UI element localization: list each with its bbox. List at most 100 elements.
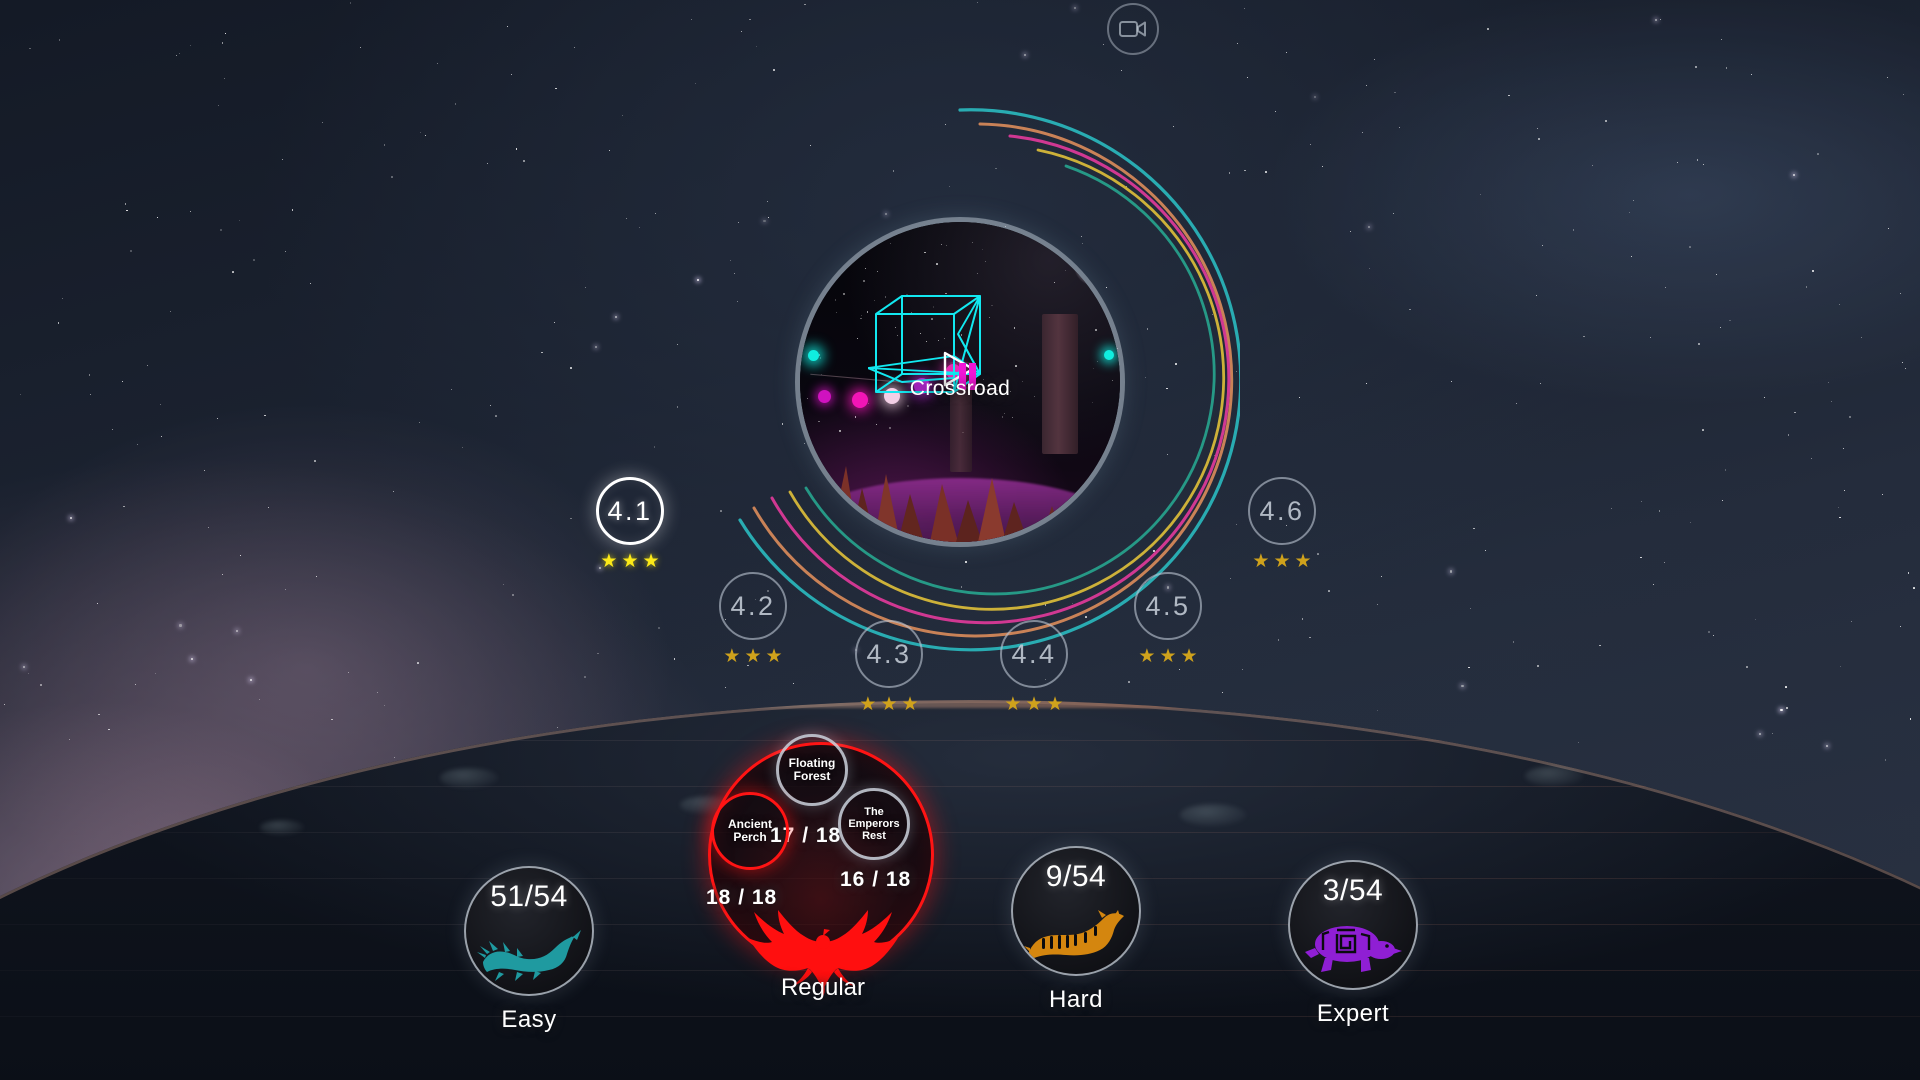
level-circle-label[interactable]: 4.4 [1000, 620, 1068, 688]
world-name-line1: Ancient [727, 816, 772, 831]
preview-star [1097, 360, 1099, 362]
star-icon: ★ [901, 694, 919, 715]
star-icon: ★ [1025, 694, 1043, 715]
ground-contour-line [0, 924, 1920, 925]
difficulty-label: Regular [780, 974, 866, 1001]
preview-star [1112, 379, 1114, 381]
preview-star [977, 272, 979, 274]
level-node-4-1[interactable]: 4.1 ★ ★ ★ [596, 477, 664, 571]
star-icon: ★ [600, 551, 618, 572]
world-name-line1: The [864, 805, 884, 818]
difficulty-count: 3/54 [1322, 874, 1384, 907]
preview-star [1091, 402, 1093, 404]
level-circle-label[interactable]: 4.2 [719, 572, 787, 640]
preview-star [889, 242, 891, 244]
star-icon: ★ [1046, 694, 1064, 715]
preview-star [1016, 227, 1019, 229]
preview-star [861, 315, 862, 316]
level-stars: ★ ★ ★ [596, 552, 664, 571]
star-icon: ★ [1252, 551, 1270, 572]
level-circle-label[interactable]: 4.1 [596, 477, 664, 545]
world-node-the-emperors-rest[interactable]: The Emperors Rest [838, 788, 910, 860]
level-circle-label[interactable]: 4.6 [1248, 477, 1316, 545]
preview-star [987, 222, 989, 224]
world-name-line1: Floating [788, 755, 836, 770]
difficulty-label: Expert [1316, 1000, 1390, 1027]
difficulty-regular[interactable]: Floating Forest 17 / 18 Ancient Perch 18… [706, 734, 938, 1002]
preview-star [829, 265, 831, 267]
ground-crater [440, 768, 498, 788]
ground-crater [260, 820, 304, 835]
preview-star [806, 288, 809, 291]
level-node-4-5[interactable]: 4.5 ★ ★ ★ [1134, 572, 1202, 666]
level-node-4-6[interactable]: 4.6 ★ ★ ★ [1248, 477, 1316, 571]
star-icon: ★ [642, 551, 660, 572]
level-node-4-3[interactable]: 4.3 ★ ★ ★ [855, 620, 923, 714]
star-icon: ★ [765, 646, 783, 667]
preview-star [843, 293, 845, 295]
world-name-line2: Emperors [848, 817, 900, 830]
preview-star [857, 338, 858, 339]
preview-star [834, 298, 837, 301]
preview-star [936, 263, 938, 265]
level-stars: ★ ★ ★ [855, 695, 923, 714]
world-score-the-emperors-rest: 16 / 18 [840, 868, 912, 891]
preview-star [835, 312, 837, 314]
preview-star [985, 261, 987, 263]
level-circle-label[interactable]: 4.3 [855, 620, 923, 688]
difficulty-label: Easy [501, 1006, 557, 1033]
preview-glow-dot [808, 350, 819, 361]
star-icon: ★ [1004, 694, 1022, 715]
difficulty-hard[interactable]: 9/54 Hard [1011, 846, 1141, 1014]
difficulty-circle[interactable]: 51/54 [464, 866, 594, 996]
star-icon: ★ [723, 646, 741, 667]
preview-star [1095, 329, 1098, 331]
preview-star [941, 244, 943, 245]
level-node-4-4[interactable]: 4.4 ★ ★ ★ [1000, 620, 1068, 714]
preview-moon [1074, 252, 1108, 286]
world-name-line3: Rest [862, 830, 886, 843]
star-icon: ★ [1294, 551, 1312, 572]
star-icon: ★ [744, 646, 762, 667]
preview-star [865, 267, 867, 270]
preview-star [819, 357, 821, 359]
preview-foliage [812, 466, 1064, 542]
ground-crater [1180, 804, 1246, 826]
level-stars: ★ ★ ★ [1000, 695, 1068, 714]
preview-star [946, 244, 948, 246]
difficulty-beast [1013, 910, 1139, 962]
world-circle[interactable]: Ancient Perch [711, 792, 789, 870]
preview-star [982, 248, 984, 250]
preview-star [814, 238, 817, 241]
world-node-ancient-perch[interactable]: Ancient Perch [711, 792, 789, 870]
difficulty-count: 9/54 [1045, 860, 1107, 893]
preview-star [834, 270, 835, 272]
level-node-4-2[interactable]: 4.2 ★ ★ ★ [719, 572, 787, 666]
preview-star [1053, 282, 1055, 283]
preview-star [1064, 269, 1067, 272]
difficulty-beast [1290, 922, 1416, 976]
level-circle-label[interactable]: 4.5 [1134, 572, 1202, 640]
preview-star [859, 317, 862, 320]
difficulty-circle[interactable]: 3/54 [1288, 860, 1418, 990]
preview-star [1044, 223, 1046, 225]
preview-star [876, 271, 878, 273]
preview-star [807, 397, 809, 399]
world-circle[interactable]: The Emperors Rest [838, 788, 910, 860]
preview-star [924, 251, 927, 254]
preview-glow-dot [1104, 350, 1114, 360]
tiger-icon [1024, 910, 1124, 958]
level-stars: ★ ★ ★ [1134, 647, 1202, 666]
difficulty-easy[interactable]: 51/54 Easy [464, 866, 594, 1034]
preview-star [805, 245, 807, 247]
difficulty-circle[interactable]: 9/54 [1011, 846, 1141, 976]
preview-star [825, 255, 827, 257]
record-button[interactable] [1107, 3, 1159, 55]
preview-lantern [852, 392, 868, 408]
difficulty-expert[interactable]: 3/54 Expert [1288, 860, 1418, 1028]
difficulty-beast [466, 928, 592, 982]
ground-contour-line [0, 878, 1920, 879]
preview-star [854, 416, 857, 418]
turtle-icon [1305, 926, 1402, 972]
preview-lantern [818, 390, 831, 403]
